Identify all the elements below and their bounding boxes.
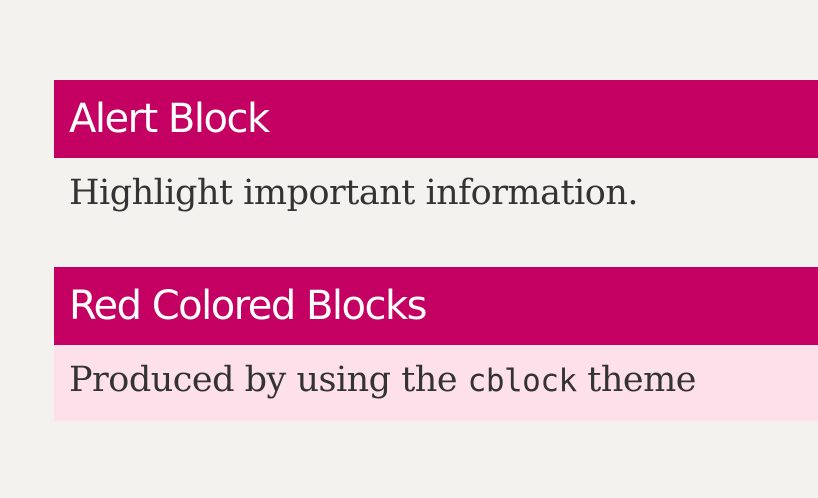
red-block-title: Red Colored Blocks bbox=[54, 267, 818, 345]
cblock-code: cblock bbox=[467, 363, 577, 399]
alert-block-body: Highlight important information. bbox=[69, 173, 639, 213]
red-block-body-text-before: Produced by using the bbox=[69, 360, 468, 400]
red-block-body: Produced by using the cblock theme bbox=[54, 345, 818, 421]
alert-block: Alert Block Highlight important informat… bbox=[54, 80, 818, 234]
alert-block-title: Alert Block bbox=[54, 80, 818, 158]
red-block-body-text-after: theme bbox=[576, 360, 697, 400]
red-colored-block: Red Colored Blocks Produced by using the… bbox=[54, 267, 818, 421]
